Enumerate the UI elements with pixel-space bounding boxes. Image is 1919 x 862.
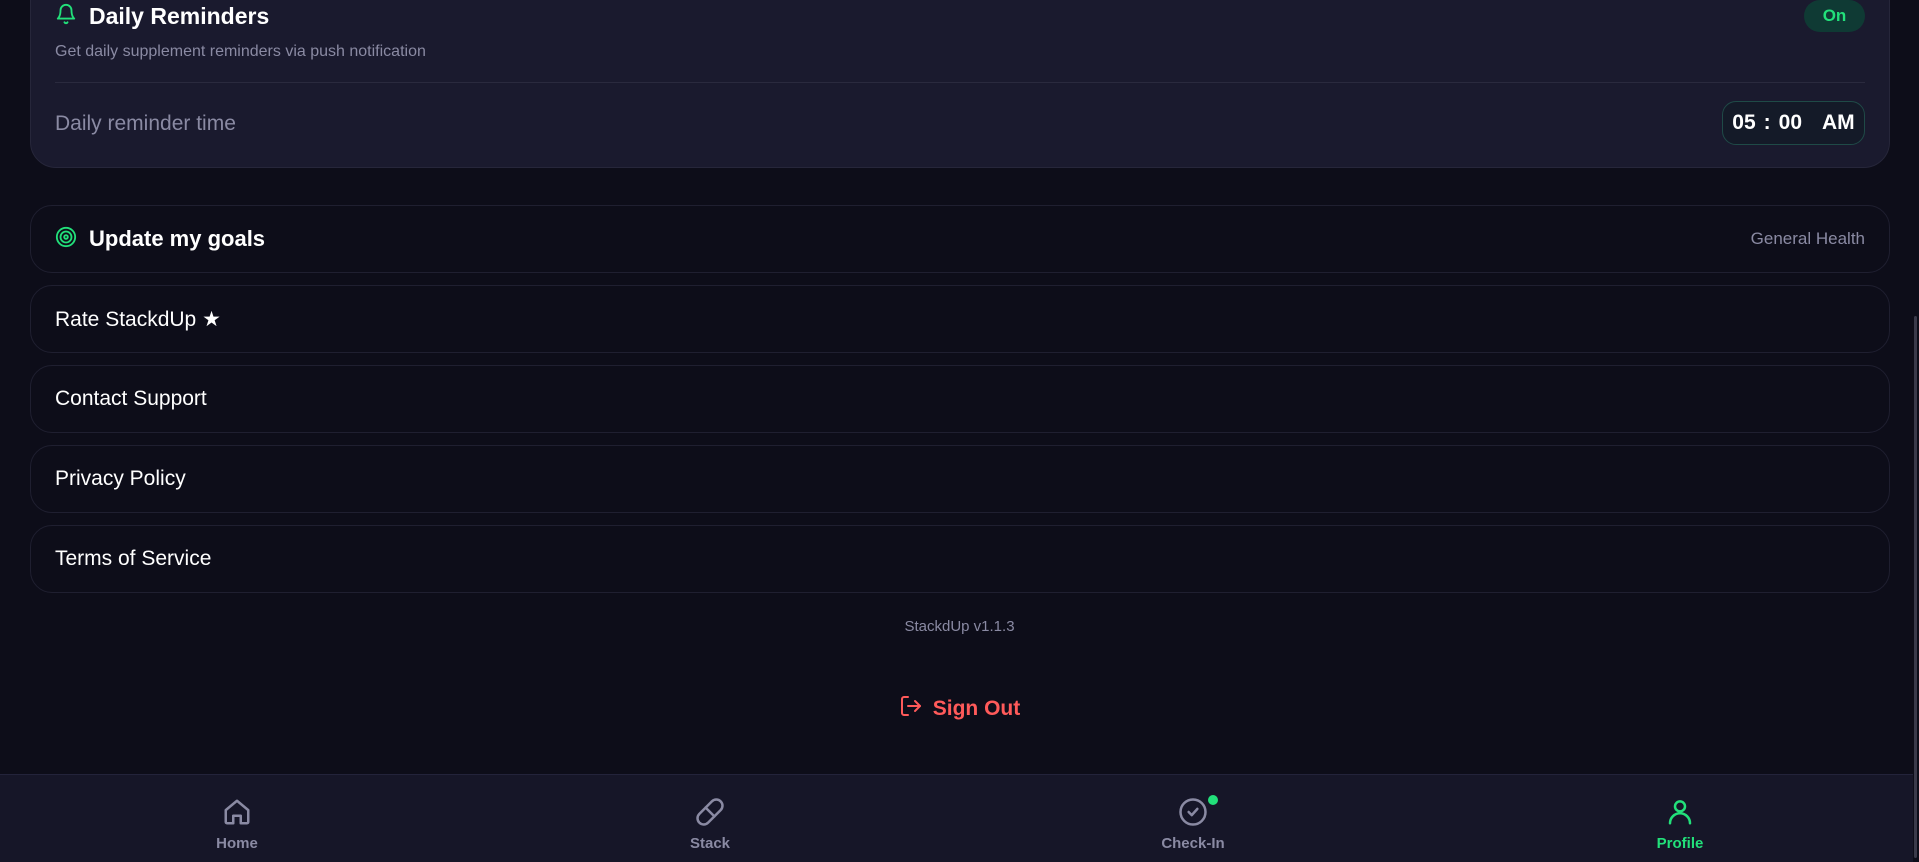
target-icon bbox=[55, 226, 77, 253]
divider bbox=[55, 82, 1865, 83]
pill-icon bbox=[693, 795, 727, 829]
nav-checkin[interactable]: Check-In bbox=[1133, 795, 1253, 852]
reminders-title: Daily Reminders bbox=[89, 3, 270, 29]
terms-of-service-label: Terms of Service bbox=[55, 547, 212, 570]
update-goals-label: Update my goals bbox=[89, 226, 266, 251]
scrollbar[interactable] bbox=[1913, 0, 1919, 862]
logout-icon bbox=[899, 694, 923, 724]
nav-home-label: Home bbox=[216, 835, 258, 852]
nav-stack-label: Stack bbox=[689, 835, 731, 852]
nav-profile-label: Profile bbox=[1656, 835, 1704, 852]
rate-app-label: Rate StackdUp ★ bbox=[55, 307, 221, 331]
reminders-subtitle: Get daily supplement reminders via push … bbox=[55, 43, 426, 60]
sign-out-label: Sign Out bbox=[932, 697, 1021, 720]
privacy-policy-label: Privacy Policy bbox=[55, 467, 186, 490]
nav-stack[interactable]: Stack bbox=[650, 795, 770, 852]
time-hour[interactable]: 05 bbox=[1732, 111, 1755, 135]
time-separator: : bbox=[1763, 111, 1771, 134]
terms-of-service-row[interactable]: Terms of Service bbox=[30, 525, 1890, 593]
time-minute[interactable]: 00 bbox=[1779, 111, 1802, 135]
nav-profile[interactable]: Profile bbox=[1620, 795, 1740, 852]
goals-value: General Health bbox=[1750, 229, 1865, 248]
sign-out-button[interactable]: Sign Out bbox=[0, 694, 1919, 724]
user-icon bbox=[1663, 795, 1697, 829]
time-ampm[interactable]: AM bbox=[1822, 111, 1855, 135]
reminders-header: Daily Reminders bbox=[55, 3, 269, 30]
notification-dot bbox=[1208, 795, 1218, 805]
bell-icon bbox=[55, 3, 77, 30]
privacy-policy-row[interactable]: Privacy Policy bbox=[30, 445, 1890, 513]
profile-page: Daily Reminders Get daily supplement rem… bbox=[0, 0, 1919, 862]
nav-home[interactable]: Home bbox=[177, 795, 297, 852]
nav-checkin-label: Check-In bbox=[1161, 835, 1225, 852]
reminder-time-input[interactable]: 05 : 00 AM bbox=[1722, 101, 1865, 145]
update-goals-row[interactable]: Update my goals General Health bbox=[30, 205, 1890, 273]
check-circle-icon bbox=[1176, 795, 1218, 829]
app-version: StackdUp v1.1.3 bbox=[904, 618, 1015, 635]
bottom-nav: Home Stack Check-In Profile bbox=[0, 774, 1919, 862]
home-icon bbox=[220, 795, 254, 829]
reminder-time-label: Daily reminder time bbox=[55, 112, 236, 135]
scrollbar-thumb[interactable] bbox=[1914, 316, 1917, 858]
reminders-toggle[interactable]: On bbox=[1804, 0, 1865, 32]
contact-support-label: Contact Support bbox=[55, 387, 207, 410]
reminders-card: Daily Reminders Get daily supplement rem… bbox=[30, 0, 1890, 168]
contact-support-row[interactable]: Contact Support bbox=[30, 365, 1890, 433]
rate-app-row[interactable]: Rate StackdUp ★ bbox=[30, 285, 1890, 353]
